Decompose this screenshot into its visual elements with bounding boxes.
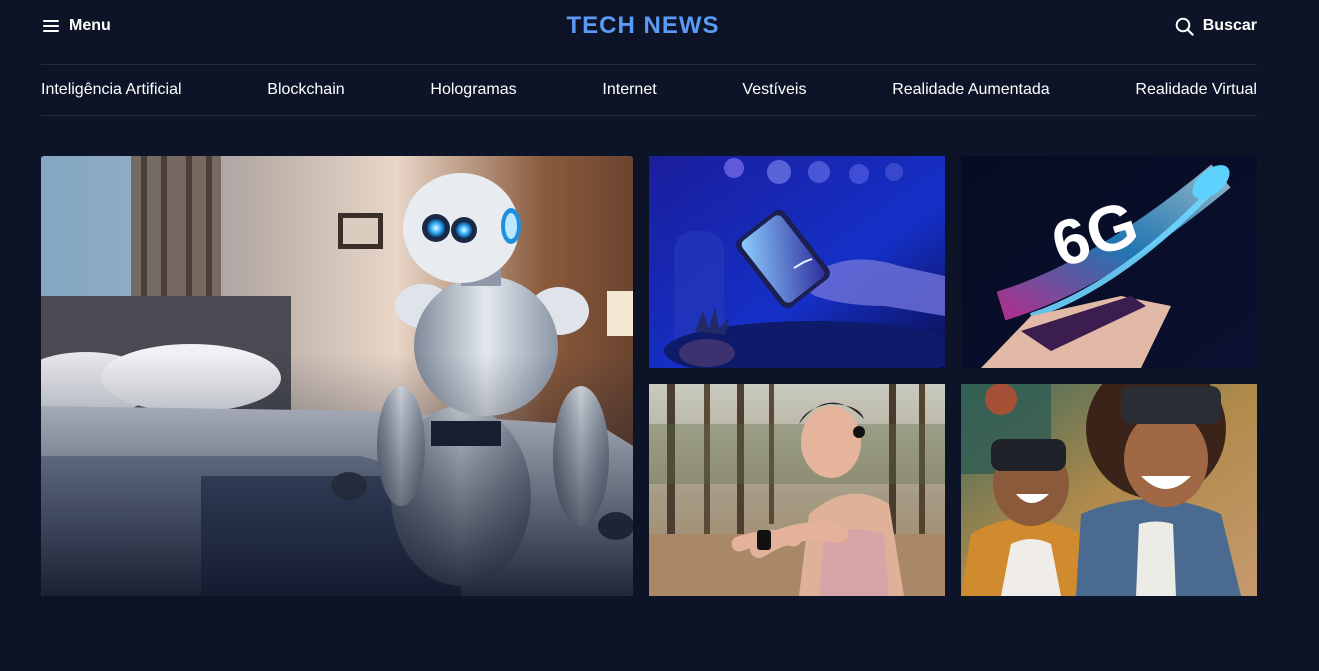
- vr-kids-image: [961, 384, 1257, 596]
- smartwatch-image: [649, 384, 945, 596]
- site-logo[interactable]: TECH NEWS: [41, 11, 1245, 41]
- smartphone-image: [649, 156, 945, 368]
- featured-card-6g[interactable]: 6G: [961, 156, 1257, 368]
- nav-item-realidade-virtual[interactable]: Realidade Virtual: [1135, 80, 1257, 100]
- nav-item-hologramas[interactable]: Hologramas: [430, 80, 516, 100]
- page: Menu TECH NEWS Buscar Inteligência Artif…: [0, 0, 1319, 671]
- featured-card-smartwatch[interactable]: [649, 384, 945, 596]
- nav-item-inteligencia-artificial[interactable]: Inteligência Artificial: [41, 80, 182, 100]
- nav-item-internet[interactable]: Internet: [602, 80, 656, 100]
- 6g-image: 6G: [961, 156, 1257, 368]
- featured-gallery: 6G: [41, 156, 1257, 596]
- nav-item-blockchain[interactable]: Blockchain: [267, 80, 344, 100]
- site-header: Menu TECH NEWS Buscar: [41, 0, 1257, 54]
- nav-item-realidade-aumentada[interactable]: Realidade Aumentada: [892, 80, 1049, 100]
- featured-card-vr[interactable]: [961, 384, 1257, 596]
- featured-card-robot[interactable]: [41, 156, 633, 596]
- category-nav: Inteligência Artificial Blockchain Holog…: [41, 64, 1257, 116]
- search-icon: [1175, 17, 1194, 36]
- featured-card-smartphone[interactable]: [649, 156, 945, 368]
- nav-item-vestiveis[interactable]: Vestíveis: [742, 80, 806, 100]
- search-button[interactable]: Buscar: [1175, 16, 1257, 36]
- search-label: Buscar: [1202, 17, 1257, 34]
- robot-bedroom-image: [41, 156, 633, 596]
